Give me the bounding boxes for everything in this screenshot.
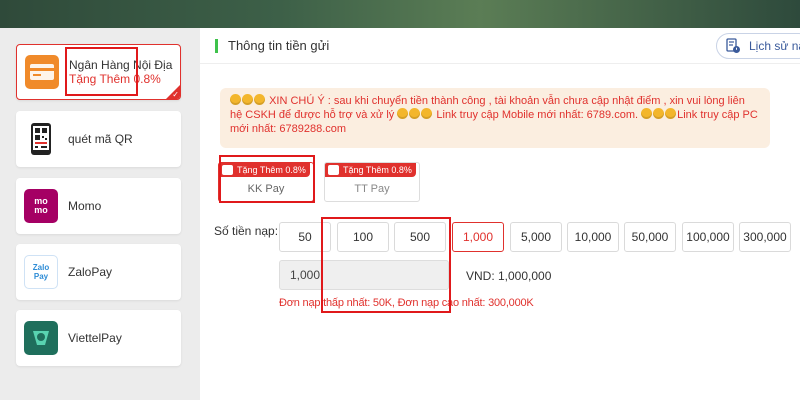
zalopay-icon: Zalo Pay (24, 255, 58, 289)
smiley-icon (641, 108, 653, 119)
method-name: ZaloPay (68, 265, 113, 279)
zalopay-logo-text: Zalo Pay (32, 263, 50, 281)
momo-logo-text: mo mo (34, 196, 48, 215)
pay-option-kkpay[interactable]: Tặng Thêm 0.8% KK Pay (218, 162, 314, 202)
method-name: ViettelPay (68, 331, 122, 345)
amount-chip[interactable]: 10,000 (567, 222, 619, 252)
amount-label: Số tiền nạp: (214, 224, 279, 238)
bonus-text: Tặng Thêm 0.8% (69, 72, 161, 86)
notice-box: XIN CHÚ Ý : sau khi chuyển tiền thành cô… (220, 88, 770, 148)
smiley-icon (653, 108, 665, 119)
smiley-icon (397, 108, 409, 119)
amount-chip[interactable]: 100 (337, 222, 389, 252)
history-label: Lịch sử nạ (749, 39, 800, 53)
top-banner-strip (0, 0, 800, 28)
page-title: Thông tin tiền gửi (228, 38, 330, 53)
history-document-icon (726, 38, 740, 53)
method-domestic-bank[interactable]: Ngân Hàng Nội Địa Tặng Thêm 0.8% ✓ (16, 44, 181, 100)
amount-chip[interactable]: 500 (394, 222, 446, 252)
amount-chip[interactable]: 50,000 (624, 222, 676, 252)
payment-method-sidebar: Ngân Hàng Nội Địa Tặng Thêm 0.8% ✓ quét … (0, 28, 200, 400)
smiley-icon (242, 94, 253, 105)
method-label: Ngân Hàng Nội Địa Tặng Thêm 0.8% (69, 58, 172, 86)
amount-input[interactable]: 1,000 (279, 260, 449, 290)
amount-chip[interactable]: 5,000 (510, 222, 562, 252)
pay-option-name: KK Pay (247, 183, 285, 195)
smiley-icon (409, 108, 421, 119)
limit-text: Đơn nạp thấp nhất: 50K, Đơn nạp cao nhất… (279, 297, 534, 309)
method-zalopay[interactable]: Zalo Pay ZaloPay (16, 244, 181, 300)
viettelpay-icon (24, 321, 58, 355)
method-qr[interactable]: quét mã QR (16, 111, 181, 167)
notice-mobile-link: Link truy cập Mobile mới nhất: 6789.com. (436, 109, 639, 121)
smiley-icon (254, 94, 265, 105)
method-viettelpay[interactable]: ViettelPay (16, 310, 181, 366)
vnd-converted-text: VND: 1,000,000 (466, 269, 552, 283)
method-name: quét mã QR (68, 132, 133, 146)
history-button[interactable]: Lịch sử nạ (716, 33, 800, 59)
qr-phone-icon (24, 122, 58, 156)
method-name: Ngân Hàng Nội Địa (69, 58, 173, 72)
thumbs-up-icon (222, 165, 233, 175)
check-icon: ✓ (172, 90, 179, 99)
smiley-icon (665, 108, 677, 119)
pay-option-ttpay[interactable]: Tặng Thêm 0.8% TT Pay (324, 162, 420, 202)
smiley-icon (421, 108, 433, 119)
bank-card-icon (25, 55, 59, 89)
smiley-icon (230, 94, 241, 105)
pay-option-name: TT Pay (354, 183, 390, 195)
deposit-panel: Thông tin tiền gửi Lịch sử nạ XIN CHÚ Ý … (200, 28, 800, 400)
panel-header: Thông tin tiền gửi (200, 28, 800, 64)
amount-chip[interactable]: 50 (279, 222, 331, 252)
header-accent-bar (215, 39, 218, 53)
momo-icon: mo mo (24, 189, 58, 223)
amount-chip[interactable]: 100,000 (682, 222, 734, 252)
method-momo[interactable]: mo mo Momo (16, 178, 181, 234)
amount-chip-selected[interactable]: 1,000 (452, 222, 504, 252)
method-name: Momo (68, 199, 102, 213)
amount-chip[interactable]: 300,000 (739, 222, 791, 252)
thumbs-up-icon (328, 165, 339, 175)
